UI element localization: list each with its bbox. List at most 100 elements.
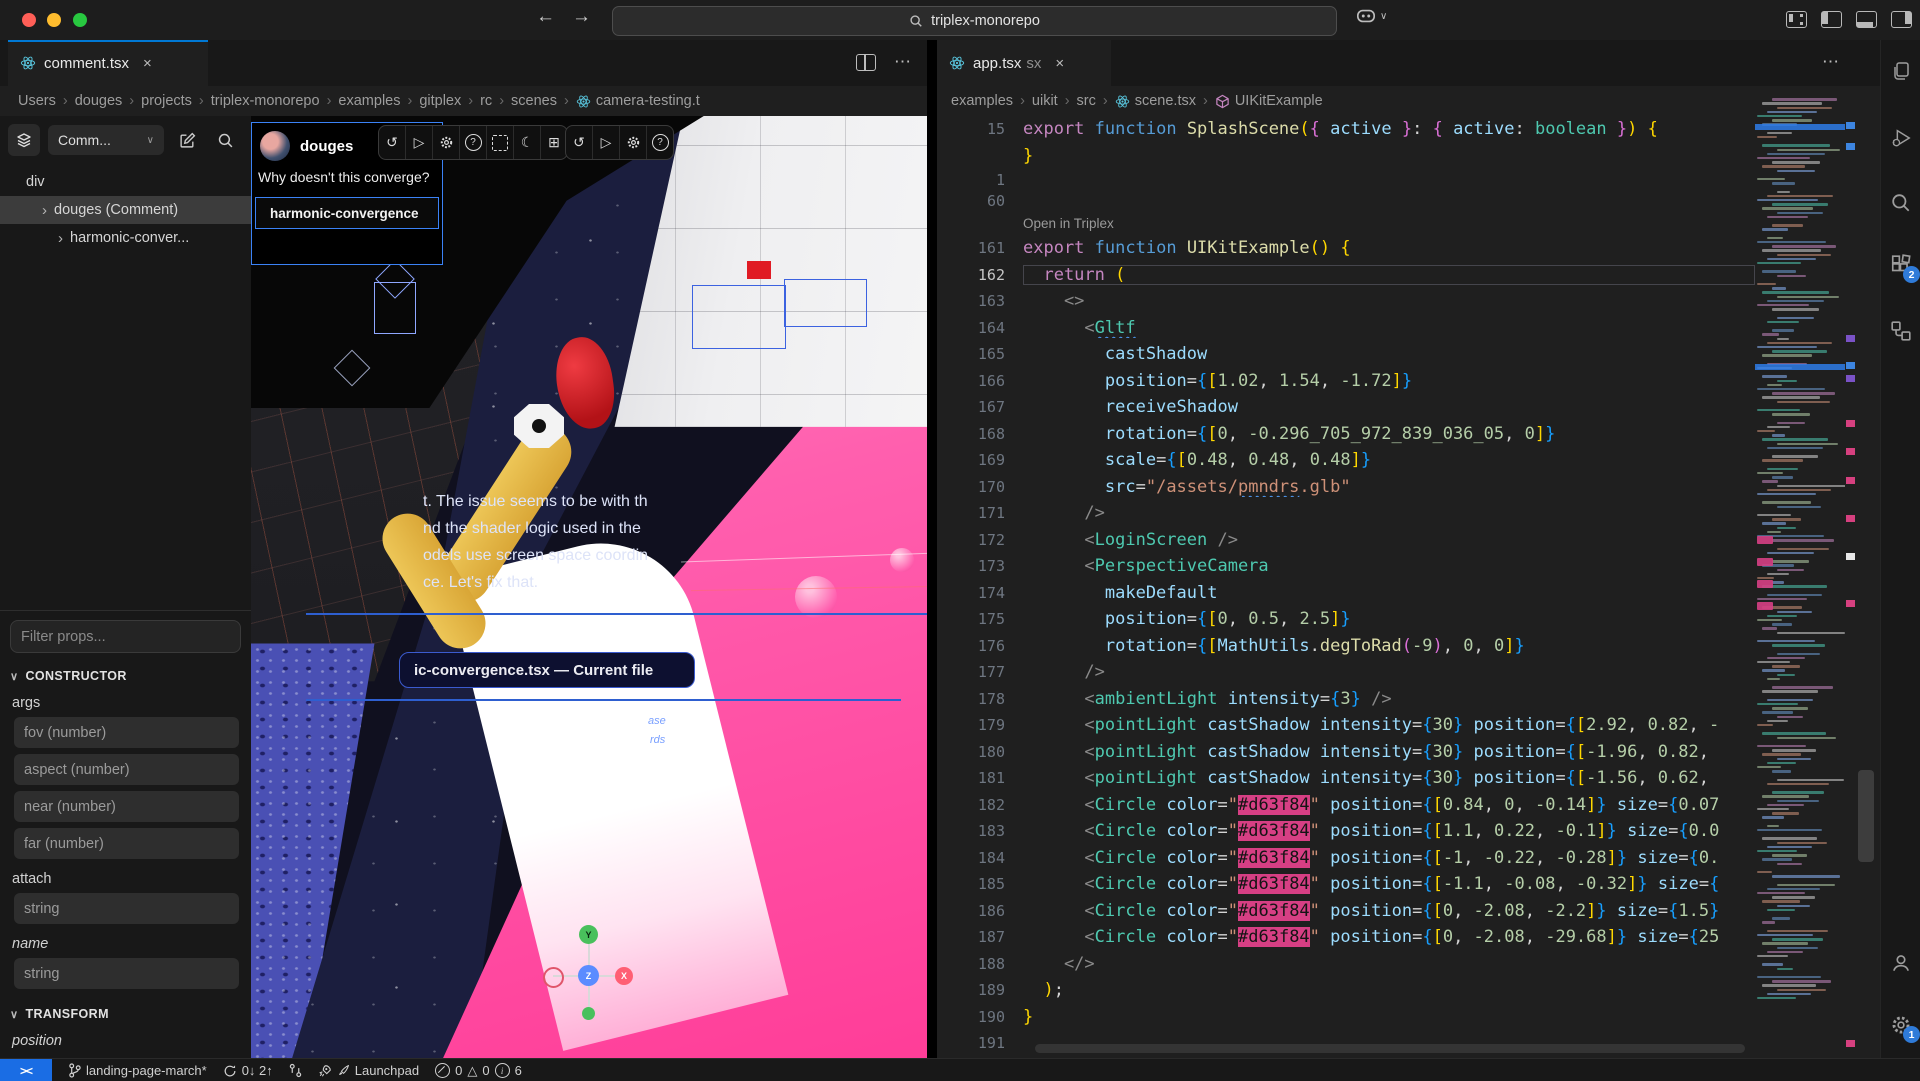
layers-button[interactable] xyxy=(8,124,40,156)
arg-input[interactable]: near (number) xyxy=(14,791,239,822)
customize-layout-icon[interactable] xyxy=(1786,11,1807,28)
tree-item-harmonic-conver...[interactable]: ›harmonic-conver... xyxy=(0,224,251,252)
remote-indicator[interactable]: >< xyxy=(0,1059,52,1081)
axis-z-handle[interactable]: Z xyxy=(578,965,599,986)
maximize-window-button[interactable] xyxy=(73,13,87,27)
minimap-line xyxy=(1772,644,1825,646)
breadcrumb-item[interactable]: projects xyxy=(141,93,192,109)
edit-component-button[interactable] xyxy=(172,125,202,155)
toggle-panel-icon[interactable] xyxy=(1856,11,1877,28)
breadcrumb-item[interactable]: camera-testing.t xyxy=(576,93,700,109)
minimap-line xyxy=(1762,354,1812,356)
chevron-right-icon[interactable]: › xyxy=(42,202,47,219)
breadcrumb-item[interactable]: scenes xyxy=(511,93,557,109)
tree-item-div[interactable]: div xyxy=(0,168,251,196)
breadcrumb-item[interactable]: gitplex xyxy=(419,93,461,109)
select-button[interactable] xyxy=(486,126,513,159)
breadcrumb[interactable]: Users›douges›projects›triplex-monorepo›e… xyxy=(0,86,945,116)
breadcrumb-item[interactable]: examples xyxy=(338,93,400,109)
breadcrumb-item[interactable]: uikit xyxy=(1032,93,1058,109)
night-button[interactable]: ☾ xyxy=(513,126,540,159)
launchpad-button[interactable]: Launchpad xyxy=(318,1063,419,1078)
minimap-line xyxy=(1757,955,1788,957)
arg-input[interactable]: far (number) xyxy=(14,828,239,859)
search-elements-button[interactable] xyxy=(210,125,240,155)
extensions-icon[interactable]: 2 xyxy=(1888,252,1914,278)
code-editor[interactable]: 15export function SplashScene({ active }… xyxy=(937,116,1755,1058)
tab-comment-tsx[interactable]: comment.tsx × xyxy=(8,40,208,86)
arg-input[interactable]: fov (number) xyxy=(14,717,239,748)
section-transform[interactable]: ∨ TRANSFORM xyxy=(10,1007,241,1021)
chevron-right-icon[interactable]: › xyxy=(58,230,63,247)
axis-negy-handle[interactable] xyxy=(582,1007,595,1020)
component-selector[interactable]: Comm... ∨ xyxy=(48,125,164,155)
breadcrumb-item[interactable]: UIKitExample xyxy=(1215,93,1323,109)
line-number: 163 xyxy=(937,292,1023,310)
breadcrumb-item[interactable]: douges xyxy=(75,93,123,109)
split-editor-icon[interactable] xyxy=(856,54,876,71)
account-icon[interactable] xyxy=(1888,950,1914,976)
close-tab-icon[interactable]: × xyxy=(143,55,152,72)
forward-icon[interactable]: → xyxy=(572,6,591,28)
undo-button[interactable]: ↺ xyxy=(379,126,405,159)
vertical-scrollbar[interactable] xyxy=(1858,770,1874,862)
copilot-menu[interactable]: ∨ xyxy=(1356,8,1387,24)
toggle-primary-sidebar-icon[interactable] xyxy=(1821,11,1842,28)
name-input[interactable]: string xyxy=(14,958,239,989)
scene-viewport[interactable]: douges Why doesn't this converge? harmon… xyxy=(251,116,937,1058)
axis-gizmo[interactable]: Y Z X xyxy=(531,911,651,1036)
attach-input[interactable]: string xyxy=(14,893,239,924)
tree-item-douges[interactable]: ›douges (Comment) xyxy=(0,196,251,224)
branch-status[interactable]: landing-page-march* xyxy=(68,1063,207,1078)
breadcrumb-item[interactable]: triplex-monorepo xyxy=(211,93,320,109)
problems-status[interactable]: 0 △ 0 i 6 xyxy=(435,1063,522,1078)
more-actions-icon[interactable]: ⋯ xyxy=(1822,52,1839,72)
breadcrumb-item[interactable]: Users xyxy=(18,93,56,109)
minimize-window-button[interactable] xyxy=(47,13,61,27)
inspect-button[interactable]: ? xyxy=(459,126,486,159)
current-file-pill[interactable]: ic-convergence.tsx — Current file xyxy=(399,652,695,688)
back-icon[interactable]: ← xyxy=(536,6,555,28)
toggle-secondary-sidebar-icon[interactable] xyxy=(1891,11,1912,28)
breadcrumb-item[interactable]: scene.tsx xyxy=(1115,93,1196,109)
breadcrumb[interactable]: examples›uikit›src›scene.tsx›UIKitExampl… xyxy=(937,86,1894,116)
more-actions-icon[interactable]: ⋯ xyxy=(894,52,911,72)
minimap-line xyxy=(1767,447,1823,449)
compare-changes-button[interactable] xyxy=(289,1063,302,1078)
address-bar[interactable]: triplex-monorepo xyxy=(612,6,1337,36)
horizontal-scrollbar[interactable] xyxy=(1035,1044,1745,1053)
play-button[interactable]: ▷ xyxy=(405,126,432,159)
ruler-marker xyxy=(1846,1040,1855,1047)
codelens-open-in-triplex[interactable]: Open in Triplex xyxy=(937,211,1755,235)
settings-button[interactable] xyxy=(432,126,459,159)
grid-button[interactable]: ⊞ xyxy=(540,126,567,159)
arg-input[interactable]: aspect (number) xyxy=(14,754,239,785)
minimap[interactable] xyxy=(1755,90,1845,1058)
axis-negx-handle[interactable] xyxy=(543,967,564,988)
axis-x-handle[interactable]: X xyxy=(615,967,633,985)
breadcrumb-item[interactable]: src xyxy=(1077,93,1096,109)
settings-gear-icon[interactable]: 1 xyxy=(1888,1012,1914,1038)
pane-divider[interactable] xyxy=(927,40,937,1058)
pages-icon[interactable] xyxy=(1888,58,1914,84)
references-icon[interactable] xyxy=(1888,318,1914,344)
play-button[interactable]: ▷ xyxy=(592,126,619,159)
line-number: 171 xyxy=(937,504,1023,522)
help-button[interactable]: ? xyxy=(646,126,673,159)
sync-status[interactable]: 0↓ 2↑ xyxy=(223,1063,273,1078)
section-constructor[interactable]: ∨ CONSTRUCTOR xyxy=(10,669,241,683)
minimap-line xyxy=(1757,766,1781,768)
axis-y-handle[interactable]: Y xyxy=(579,925,598,944)
tab-app-tsx[interactable]: app.tsx sx × xyxy=(937,40,1111,86)
close-window-button[interactable] xyxy=(22,13,36,27)
breadcrumb-item[interactable]: examples xyxy=(951,93,1013,109)
close-tab-icon[interactable]: × xyxy=(1055,55,1064,72)
undo-button[interactable]: ↺ xyxy=(566,126,592,159)
minimap-line xyxy=(1767,951,1803,953)
search-icon[interactable] xyxy=(1888,190,1914,216)
filter-props-input[interactable]: Filter props... xyxy=(10,620,241,653)
run-debug-icon[interactable] xyxy=(1888,125,1914,151)
breadcrumb-item[interactable]: rc xyxy=(480,93,492,109)
settings-button[interactable] xyxy=(619,126,646,159)
comment-component-chip[interactable]: harmonic-convergence xyxy=(255,197,439,229)
